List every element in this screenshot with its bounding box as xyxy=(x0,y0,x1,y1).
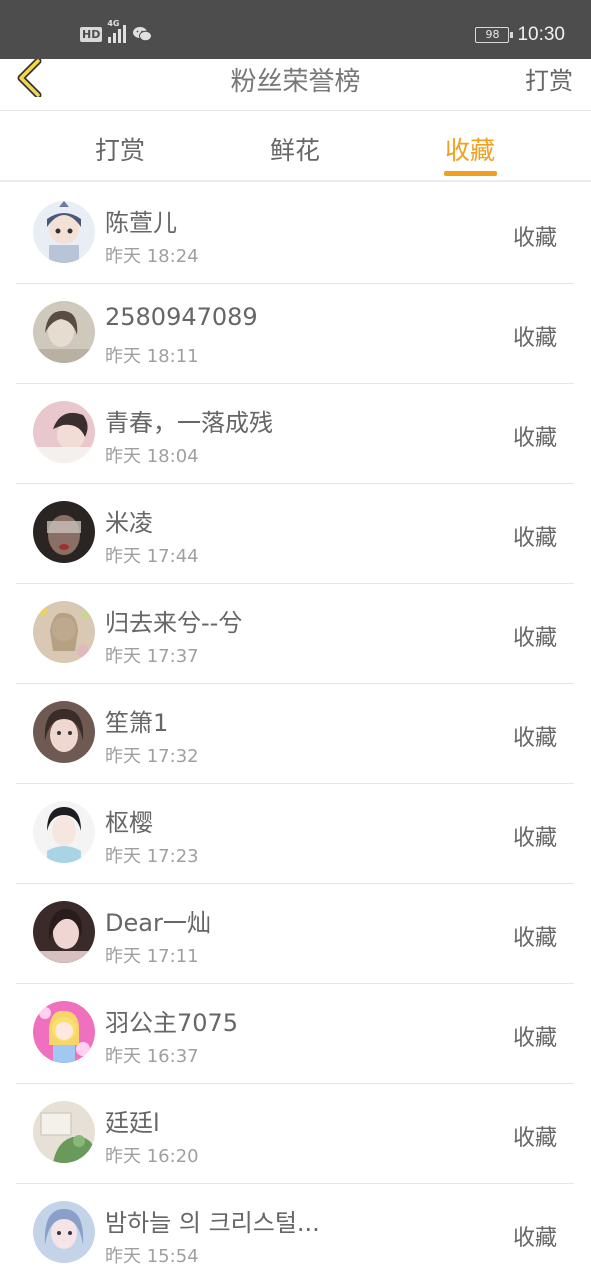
fan-action-label: 收藏 xyxy=(512,426,557,451)
fan-time: 昨天 16:20 xyxy=(105,1146,199,1167)
fan-action-label: 收藏 xyxy=(512,1226,557,1251)
fan-name: 青春，一落成残 xyxy=(105,409,273,437)
list-item[interactable]: 归去来兮--兮 昨天 17:37 收藏 xyxy=(16,584,574,684)
tab-active-indicator xyxy=(444,171,497,176)
fan-action-label: 收藏 xyxy=(512,526,557,551)
fan-name: 枢樱 xyxy=(105,809,153,837)
fan-time: 昨天 16:37 xyxy=(105,1046,199,1067)
fan-name: 羽公主7075 xyxy=(105,1009,239,1037)
list-item[interactable]: 陈萱儿 昨天 18:24 收藏 xyxy=(16,184,574,284)
fan-time: 昨天 17:37 xyxy=(105,646,199,667)
fan-time: 昨天 17:44 xyxy=(105,546,199,567)
avatar xyxy=(33,201,95,263)
list-item[interactable]: 廷廷l 昨天 16:20 收藏 xyxy=(16,1084,574,1184)
navbar: 粉丝荣誉榜 打赏 xyxy=(0,57,591,111)
status-icons-right: 98 10:30 xyxy=(475,24,565,46)
avatar xyxy=(33,301,95,363)
avatar xyxy=(33,601,95,663)
fan-name: 米凌 xyxy=(105,509,153,537)
fan-action-label: 收藏 xyxy=(512,1126,557,1151)
fan-list: 陈萱儿 昨天 18:24 收藏 2580947089 昨天 18:11 收藏 青… xyxy=(16,184,574,1280)
fan-action-label: 收藏 xyxy=(512,1026,557,1051)
list-item[interactable]: 枢樱 昨天 17:23 收藏 xyxy=(16,784,574,884)
fan-name: Dear一灿 xyxy=(105,909,211,937)
tab-flowers[interactable]: 鲜花 xyxy=(270,131,320,167)
fan-action-label: 收藏 xyxy=(512,326,557,351)
fan-time: 昨天 18:11 xyxy=(105,346,199,367)
fan-time: 昨天 17:32 xyxy=(105,746,199,767)
list-item[interactable]: Dear一灿 昨天 17:11 收藏 xyxy=(16,884,574,984)
fan-time: 昨天 17:11 xyxy=(105,946,199,967)
tab-reward[interactable]: 打赏 xyxy=(95,131,145,167)
page-title: 粉丝荣誉榜 xyxy=(230,67,361,97)
avatar xyxy=(33,1001,95,1063)
fan-name: 笙箫1 xyxy=(105,709,169,737)
avatar xyxy=(33,401,95,463)
list-item[interactable]: 羽公主7075 昨天 16:37 收藏 xyxy=(16,984,574,1084)
list-item[interactable]: 笙箫1 昨天 17:32 收藏 xyxy=(16,684,574,784)
status-bar: HD 4G 98 10:30 xyxy=(0,0,591,59)
battery-icon: 98 xyxy=(475,27,514,43)
fan-action-label: 收藏 xyxy=(512,826,557,851)
wechat-icon xyxy=(132,26,153,42)
avatar xyxy=(33,1201,95,1263)
fan-time: 昨天 17:23 xyxy=(105,846,199,867)
list-item[interactable]: 2580947089 昨天 18:11 收藏 xyxy=(16,284,574,384)
fan-time: 昨天 18:24 xyxy=(105,246,199,267)
avatar xyxy=(33,501,95,563)
fan-time: 昨天 18:04 xyxy=(105,446,199,467)
fan-action-label: 收藏 xyxy=(512,926,557,951)
fan-name: 2580947089 xyxy=(105,303,258,331)
fan-name: 归去来兮--兮 xyxy=(105,609,243,637)
avatar xyxy=(33,901,95,963)
fan-time: 昨天 15:54 xyxy=(105,1246,199,1267)
signal-icon: 4G xyxy=(107,19,127,43)
hd-icon: HD xyxy=(80,26,103,42)
avatar xyxy=(33,1101,95,1163)
avatar xyxy=(33,801,95,863)
network-type-label: 4G xyxy=(107,19,120,28)
fan-name: 밤하늘 의 크리스털... xyxy=(105,1209,320,1237)
fan-action-label: 收藏 xyxy=(512,726,557,751)
avatar xyxy=(33,701,95,763)
fan-action-label: 收藏 xyxy=(512,226,557,251)
fan-name: 陈萱儿 xyxy=(105,209,177,237)
tab-bar: 打赏 鲜花 收藏 xyxy=(0,111,591,182)
status-icons-left: HD 4G xyxy=(80,19,153,43)
list-item[interactable]: 青春，一落成残 昨天 18:04 收藏 xyxy=(16,384,574,484)
reward-button[interactable]: 打赏 xyxy=(525,61,573,96)
list-item[interactable]: 밤하늘 의 크리스털... 昨天 15:54 收藏 xyxy=(16,1184,574,1280)
tab-favorites[interactable]: 收藏 xyxy=(445,131,495,167)
fan-action-label: 收藏 xyxy=(512,626,557,651)
list-item[interactable]: 米凌 昨天 17:44 收藏 xyxy=(16,484,574,584)
fan-name: 廷廷l xyxy=(105,1109,160,1137)
status-time: 10:30 xyxy=(517,24,565,45)
